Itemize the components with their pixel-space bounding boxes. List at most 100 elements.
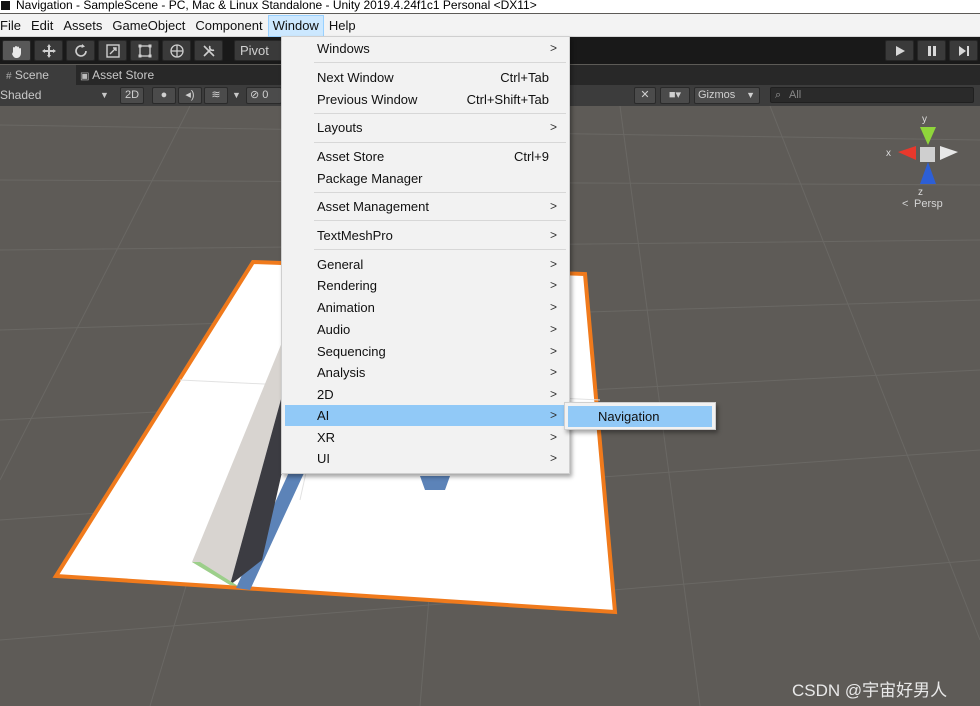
play-icon xyxy=(895,46,905,56)
menu-separator xyxy=(314,220,566,221)
persp-chevron-icon: < xyxy=(902,198,908,210)
tools-crossed-icon: ✕ xyxy=(640,89,650,101)
menu-file[interactable]: File xyxy=(0,15,26,35)
step-button[interactable] xyxy=(949,40,978,61)
gizmos-dropdown[interactable]: Gizmos ▼ xyxy=(694,87,760,104)
gizmo-y-cone xyxy=(920,127,936,145)
hidden-count: 0 xyxy=(262,89,269,101)
gizmo-neg-x-cone xyxy=(940,146,958,160)
menu-item-layouts[interactable]: Layouts > xyxy=(285,117,566,138)
menu-separator xyxy=(314,249,566,250)
menu-assets[interactable]: Assets xyxy=(58,15,107,35)
menu-item-ui[interactable]: UI > xyxy=(285,448,566,469)
effects-icon: ≋ xyxy=(211,89,221,101)
move-arrows-icon xyxy=(41,44,56,58)
menu-item-ai[interactable]: AI > xyxy=(285,405,566,426)
chevron-right-icon: > xyxy=(549,365,557,379)
menu-item-windows[interactable]: Windows > xyxy=(285,38,566,59)
gizmo-y-label: y xyxy=(922,114,927,125)
search-placeholder: All xyxy=(789,89,802,101)
chevron-right-icon: > xyxy=(549,199,557,213)
play-button[interactable] xyxy=(885,40,914,61)
menu-item-textmeshpro[interactable]: TextMeshPro > xyxy=(285,225,566,246)
lightbulb-icon: ● xyxy=(160,89,168,101)
menu-item-rendering[interactable]: Rendering > xyxy=(285,275,566,296)
chevron-right-icon: > xyxy=(549,41,557,55)
transform-tool-button[interactable] xyxy=(162,40,191,61)
hand-tool-button[interactable] xyxy=(2,40,31,61)
chevron-right-icon: > xyxy=(549,451,557,465)
gizmo-x-label: x xyxy=(886,148,891,159)
menu-item-animation[interactable]: Animation > xyxy=(285,297,566,318)
tools-settings-button[interactable]: ✕ xyxy=(634,87,656,104)
menu-item-package-manager[interactable]: Package Manager xyxy=(285,168,566,189)
pivot-toggle-button[interactable]: Pivot xyxy=(234,40,284,61)
rect-tool-button[interactable] xyxy=(130,40,159,61)
menu-item-audio[interactable]: Audio > xyxy=(285,319,566,340)
menu-item-asset-management[interactable]: Asset Management > xyxy=(285,196,566,217)
menu-item-navigation[interactable]: Navigation xyxy=(568,406,712,427)
chevron-right-icon: > xyxy=(549,430,557,444)
hidden-objects-toggle[interactable]: ⊘ 0 xyxy=(246,87,282,104)
move-tool-button[interactable] xyxy=(34,40,63,61)
effects-toggle[interactable]: ≋ xyxy=(204,87,228,104)
menu-item-2d[interactable]: 2D > xyxy=(285,384,566,405)
hand-icon xyxy=(11,46,21,58)
draw-mode-dropdown[interactable]: Shaded ▼ xyxy=(0,87,112,104)
csdn-watermark: CSDN @宇宙好男人 xyxy=(792,681,948,700)
menu-help[interactable]: Help xyxy=(324,15,361,35)
gizmo-projection-label[interactable]: Persp xyxy=(914,198,943,210)
camera-icon: ■▾ xyxy=(668,89,682,101)
speaker-icon: ◂) xyxy=(185,89,195,101)
object-shadow xyxy=(420,476,450,490)
search-icon: ⌕ xyxy=(775,89,782,101)
hierarchy-search-input[interactable]: ⌕ All xyxy=(770,87,974,103)
gizmo-z-label: z xyxy=(918,187,923,198)
menu-window[interactable]: Window xyxy=(267,15,324,37)
menu-edit[interactable]: Edit xyxy=(26,15,58,35)
menu-component[interactable]: Component xyxy=(190,15,267,35)
mode-2d-label: 2D xyxy=(124,89,140,101)
mode-2d-toggle[interactable]: 2D xyxy=(120,87,144,104)
pivot-label: Pivot xyxy=(240,43,269,58)
window-title: Navigation - SampleScene - PC, Mac & Lin… xyxy=(16,0,537,12)
scale-icon xyxy=(105,44,120,58)
menu-bar: File Edit Assets GameObject Component Window H… xyxy=(0,14,980,37)
camera-settings-button[interactable]: ■▾ xyxy=(660,87,690,104)
chevron-right-icon: > xyxy=(549,322,557,336)
chevron-right-icon: > xyxy=(549,257,557,271)
menu-item-previous-window[interactable]: Previous Window Ctrl+Shift+Tab xyxy=(285,89,566,110)
lighting-toggle[interactable]: ● xyxy=(152,87,176,104)
menu-gameobject[interactable]: GameObject xyxy=(107,15,190,35)
menu-item-general[interactable]: General > xyxy=(285,254,566,275)
menu-separator xyxy=(314,113,566,114)
chevron-right-icon: > xyxy=(549,344,557,358)
effects-dropdown-icon[interactable]: ▼ xyxy=(232,87,241,104)
window-title-bar: Navigation - SampleScene - PC, Mac & Lin… xyxy=(0,0,980,13)
custom-tool-button[interactable] xyxy=(194,40,223,61)
scene-orientation-gizmo[interactable]: y x z Persp < xyxy=(880,106,980,212)
chevron-right-icon: > xyxy=(549,228,557,242)
tab-scene[interactable]: # Scene xyxy=(0,65,76,85)
gizmo-center-cube xyxy=(920,147,935,162)
rotate-tool-button[interactable] xyxy=(66,40,95,61)
audio-toggle[interactable]: ◂) xyxy=(178,87,202,104)
chevron-right-icon: > xyxy=(549,300,557,314)
tab-asset-store[interactable]: ▣ Asset Store xyxy=(74,65,160,85)
scene-grid-icon: # xyxy=(6,71,12,82)
menu-item-asset-store[interactable]: Asset Store Ctrl+9 xyxy=(285,146,566,167)
menu-item-next-window[interactable]: Next Window Ctrl+Tab xyxy=(285,67,566,88)
ai-submenu: Navigation xyxy=(564,402,716,430)
menu-item-sequencing[interactable]: Sequencing > xyxy=(285,341,566,362)
transform-icon xyxy=(169,44,184,58)
pause-button[interactable] xyxy=(917,40,946,61)
menu-item-xr[interactable]: XR > xyxy=(285,427,566,448)
tools-icon xyxy=(202,45,215,57)
menu-item-analysis[interactable]: Analysis > xyxy=(285,362,566,383)
menu-separator xyxy=(314,62,566,63)
shopping-bag-icon: ▣ xyxy=(80,71,90,82)
menu-separator xyxy=(314,142,566,143)
scale-tool-button[interactable] xyxy=(98,40,127,61)
gizmo-x-cone xyxy=(898,146,916,160)
rect-transform-icon xyxy=(138,44,151,58)
